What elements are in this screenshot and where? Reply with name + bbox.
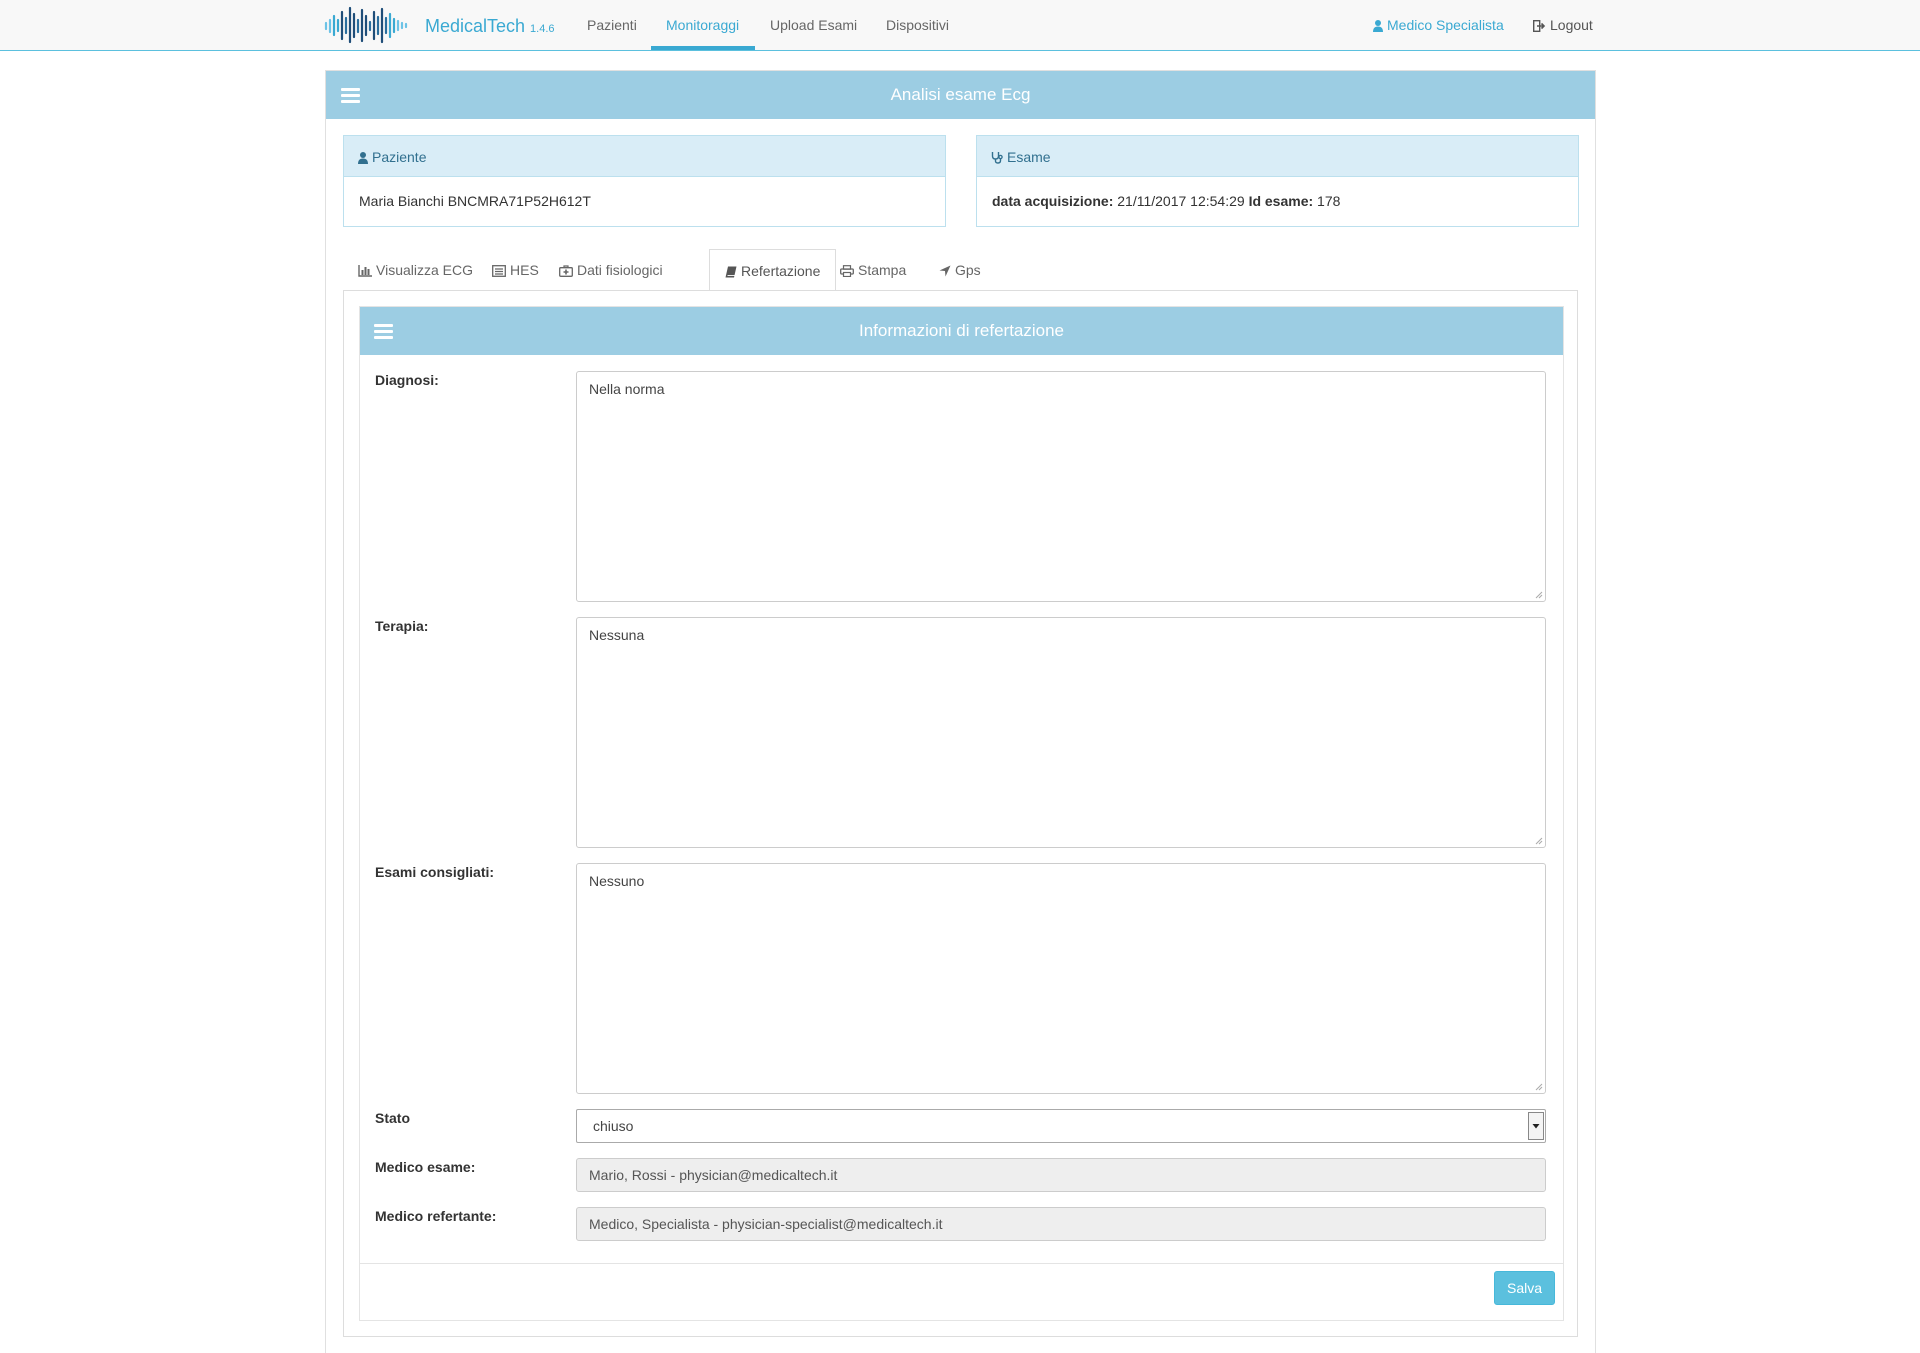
medico-esame-field[interactable]: Mario, Rossi - physician@medicaltech.it xyxy=(576,1158,1546,1192)
top-navbar: MedicalTech 1.4.6 Pazienti Monitoraggi Up… xyxy=(0,0,1920,51)
medico-esame-label: Medico esame: xyxy=(375,1159,476,1175)
esami-consigliati-textarea[interactable]: Nessuno xyxy=(576,863,1546,1094)
panel-header: Analisi esame Ecg xyxy=(326,71,1595,119)
tab-gps[interactable]: Gps xyxy=(939,249,981,291)
brand[interactable]: MedicalTech 1.4.6 xyxy=(425,16,555,37)
acquisition-date-label: data acquisizione: xyxy=(992,193,1114,209)
tab-stampa[interactable]: Stampa xyxy=(840,249,906,291)
esami-consigliati-value: Nessuno xyxy=(589,873,645,889)
acquisition-date-value: 21/11/2017 12:54:29 xyxy=(1117,193,1245,209)
report-panel: Informazioni di refertazione Diagnosi: N… xyxy=(359,306,1564,1321)
list-alt-icon xyxy=(492,265,506,277)
tab-label: Refertazione xyxy=(741,263,821,279)
resize-grip-icon[interactable] xyxy=(1535,1083,1543,1091)
exam-tabs: Visualizza ECG HES Dati fisiologici Refe… xyxy=(343,249,1578,291)
nav-link-pazienti[interactable]: Pazienti xyxy=(587,17,637,33)
exam-id-value: 178 xyxy=(1317,193,1341,209)
tab-label: HES xyxy=(510,262,539,278)
logout-link[interactable]: Logout xyxy=(1533,17,1593,33)
exam-analysis-panel: Analisi esame Ecg Paziente Maria Bianchi… xyxy=(325,70,1596,1353)
tab-hes[interactable]: HES xyxy=(492,249,539,291)
patient-heading-label: Paziente xyxy=(372,149,427,165)
print-icon xyxy=(840,265,854,277)
nav-link-upload-esami[interactable]: Upload Esami xyxy=(770,17,857,33)
exam-panel: Esame data acquisizione: 21/11/2017 12:5… xyxy=(976,135,1579,227)
brand-version: 1.4.6 xyxy=(530,23,555,35)
patient-name: Maria Bianchi BNCMRA71P52H612T xyxy=(359,193,591,209)
report-title: Informazioni di refertazione xyxy=(858,321,1065,340)
stethoscope-icon xyxy=(991,152,1003,164)
nav-active-indicator xyxy=(651,46,755,50)
exam-id-label: Id esame: xyxy=(1248,193,1314,209)
diagnosi-textarea[interactable]: Nella norma xyxy=(576,371,1546,602)
user-icon xyxy=(1373,20,1383,32)
resize-grip-icon[interactable] xyxy=(1535,837,1543,845)
tab-dati-fisiologici[interactable]: Dati fisiologici xyxy=(559,249,663,291)
stato-select[interactable]: chiuso xyxy=(576,1109,1546,1143)
logout-icon xyxy=(1533,20,1546,32)
report-panel-header: Informazioni di refertazione xyxy=(360,307,1563,355)
tab-label: Visualizza ECG xyxy=(376,262,474,278)
caret-down-icon xyxy=(1532,1124,1540,1129)
medico-esame-value: Mario, Rossi - physician@medicaltech.it xyxy=(589,1167,838,1183)
tab-refertazione[interactable]: Refertazione xyxy=(709,249,837,291)
medico-refertante-value: Medico, Specialista - physician-speciali… xyxy=(589,1216,943,1232)
tab-label: Dati fisiologici xyxy=(577,262,663,278)
terapia-textarea[interactable]: Nessuna xyxy=(576,617,1546,848)
stato-value: chiuso xyxy=(593,1118,634,1134)
medkit-icon xyxy=(559,265,573,277)
exam-panel-heading: Esame xyxy=(977,136,1578,177)
exam-details: data acquisizione: 21/11/2017 12:54:29 I… xyxy=(977,177,1578,209)
nav-user-label: Medico Specialista xyxy=(1387,17,1504,33)
medico-refertante-field[interactable]: Medico, Specialista - physician-speciali… xyxy=(576,1207,1546,1241)
terapia-label: Terapia: xyxy=(375,618,429,634)
tab-visualizza-ecg[interactable]: Visualizza ECG xyxy=(358,249,473,291)
nav-user-menu[interactable]: Medico Specialista xyxy=(1373,17,1504,33)
medico-refertante-label: Medico refertante: xyxy=(375,1208,497,1224)
diagnosi-label: Diagnosi: xyxy=(375,372,439,388)
logout-label: Logout xyxy=(1550,17,1593,33)
user-icon xyxy=(358,152,368,164)
brand-name: MedicalTech xyxy=(425,16,526,36)
nav-link-monitoraggi[interactable]: Monitoraggi xyxy=(666,17,739,33)
stato-dropdown-toggle[interactable] xyxy=(1528,1112,1544,1140)
save-button[interactable]: Salva xyxy=(1494,1271,1555,1305)
nav-link-dispositivi[interactable]: Dispositivi xyxy=(886,17,949,33)
exam-heading-label: Esame xyxy=(1007,149,1051,165)
bar-chart-icon xyxy=(358,265,372,277)
resize-grip-icon[interactable] xyxy=(1535,591,1543,599)
book-icon xyxy=(725,266,737,278)
tab-label: Stampa xyxy=(858,262,907,278)
terapia-value: Nessuna xyxy=(589,627,645,643)
stato-label: Stato xyxy=(375,1110,410,1126)
tab-label: Gps xyxy=(955,262,981,278)
esami-consigliati-label: Esami consigliati: xyxy=(375,864,495,880)
ecg-waveform-logo-icon[interactable] xyxy=(324,6,410,44)
patient-panel-heading: Paziente xyxy=(344,136,945,177)
tab-content-refertazione: Informazioni di refertazione Diagnosi: N… xyxy=(343,290,1578,1337)
page-title: Analisi esame Ecg xyxy=(890,85,1031,104)
patient-panel: Paziente Maria Bianchi BNCMRA71P52H612T xyxy=(343,135,946,227)
diagnosi-value: Nella norma xyxy=(589,381,665,397)
report-panel-footer: Salva xyxy=(360,1263,1563,1320)
location-arrow-icon xyxy=(939,265,951,277)
